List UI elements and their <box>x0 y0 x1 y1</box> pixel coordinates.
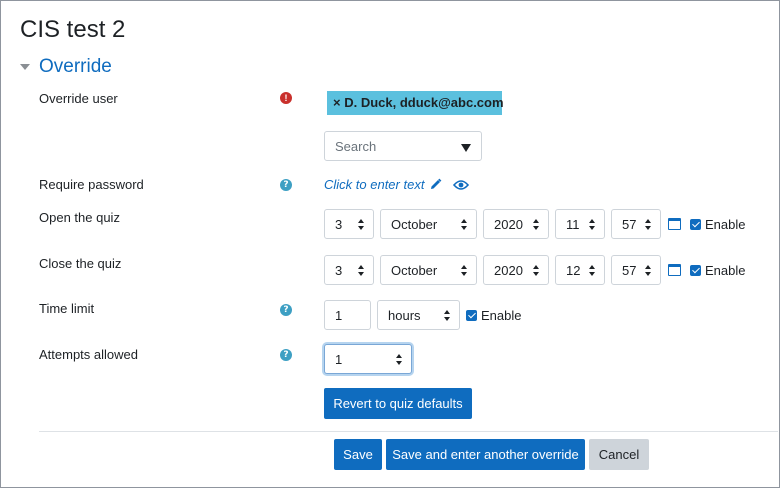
select-arrows-icon <box>645 265 652 276</box>
caret-down-icon <box>20 64 30 70</box>
open-hour-value: 11 <box>566 216 580 232</box>
open-year-value: 2020 <box>494 216 523 232</box>
close-month-value: October <box>391 262 438 278</box>
close-hour-select[interactable]: 12 <box>555 255 605 285</box>
open-minute-value: 57 <box>622 216 637 232</box>
override-user-label: Override user <box>39 91 118 106</box>
select-arrows-icon <box>461 219 468 230</box>
time-limit-enable-label: Enable <box>481 308 522 323</box>
select-arrows-icon <box>358 219 365 230</box>
close-enable-label: Enable <box>705 263 746 278</box>
time-limit-unit-select[interactable]: hours <box>377 300 460 330</box>
search-placeholder: Search <box>335 138 377 154</box>
selected-user-chip[interactable]: × D. Duck, dduck@abc.com <box>327 91 504 115</box>
open-day-value: 3 <box>335 216 343 232</box>
password-inplace-editable[interactable]: Click to enter text <box>324 177 470 192</box>
open-minute-select[interactable]: 57 <box>611 209 661 239</box>
attempts-label: Attempts allowed <box>39 347 138 362</box>
eye-icon[interactable] <box>453 179 470 191</box>
select-arrows-icon <box>589 265 596 276</box>
attempts-select[interactable]: 1 <box>324 344 412 374</box>
exclamation-circle-icon: ! <box>280 92 292 104</box>
attempts-value: 1 <box>335 351 343 367</box>
checkbox-checked-icon[interactable] <box>466 310 477 321</box>
require-password-label: Require password <box>39 177 144 192</box>
open-month-select[interactable]: October <box>380 209 477 239</box>
checkbox-checked-icon[interactable] <box>690 265 701 276</box>
section-title: Override <box>39 56 112 77</box>
select-arrows-icon <box>444 310 451 321</box>
select-arrows-icon <box>589 219 596 230</box>
select-arrows-icon <box>645 219 652 230</box>
close-minute-select[interactable]: 57 <box>611 255 661 285</box>
open-enable-label: Enable <box>705 217 746 232</box>
select-arrows-icon <box>461 265 468 276</box>
close-enable-checkbox[interactable]: Enable <box>690 263 745 278</box>
open-enable-checkbox[interactable]: Enable <box>690 217 745 232</box>
select-arrows-icon <box>358 265 365 276</box>
close-year-value: 2020 <box>494 262 523 278</box>
close-minute-value: 57 <box>622 262 637 278</box>
cancel-button[interactable]: Cancel <box>589 439 649 470</box>
open-quiz-label: Open the quiz <box>39 210 120 225</box>
open-year-select[interactable]: 2020 <box>483 209 549 239</box>
open-month-value: October <box>391 216 438 232</box>
save-another-override-button[interactable]: Save and enter another override <box>386 439 585 470</box>
question-circle-icon[interactable]: ? <box>280 304 292 316</box>
close-day-select[interactable]: 3 <box>324 255 374 285</box>
save-button[interactable]: Save <box>334 439 382 470</box>
question-circle-icon[interactable]: ? <box>280 349 292 361</box>
pencil-icon[interactable] <box>429 178 442 191</box>
calendar-icon[interactable] <box>668 264 681 276</box>
open-hour-select[interactable]: 11 <box>555 209 605 239</box>
user-search-select[interactable]: Search <box>324 131 482 161</box>
close-year-select[interactable]: 2020 <box>483 255 549 285</box>
close-quiz-label: Close the quiz <box>39 256 122 271</box>
time-limit-enable-checkbox[interactable]: Enable <box>466 308 521 323</box>
select-arrows-icon <box>396 354 403 365</box>
calendar-icon[interactable] <box>668 218 681 230</box>
close-hour-value: 12 <box>566 262 581 278</box>
close-day-value: 3 <box>335 262 343 278</box>
open-day-select[interactable]: 3 <box>324 209 374 239</box>
divider <box>39 431 778 432</box>
section-override-toggle[interactable]: Override <box>20 56 112 78</box>
time-limit-input[interactable]: 1 <box>324 300 371 330</box>
password-inplace-text[interactable]: Click to enter text <box>324 177 424 192</box>
select-arrows-icon <box>533 219 540 230</box>
page-title: CIS test 2 <box>20 16 126 43</box>
close-month-select[interactable]: October <box>380 255 477 285</box>
time-limit-value: 1 <box>335 307 343 323</box>
time-limit-unit-value: hours <box>388 307 421 323</box>
time-limit-label: Time limit <box>39 301 95 316</box>
revert-defaults-button[interactable]: Revert to quiz defaults <box>324 388 472 419</box>
dropdown-arrow-icon <box>461 144 471 152</box>
question-circle-icon[interactable]: ? <box>280 179 292 191</box>
checkbox-checked-icon[interactable] <box>690 219 701 230</box>
select-arrows-icon <box>533 265 540 276</box>
